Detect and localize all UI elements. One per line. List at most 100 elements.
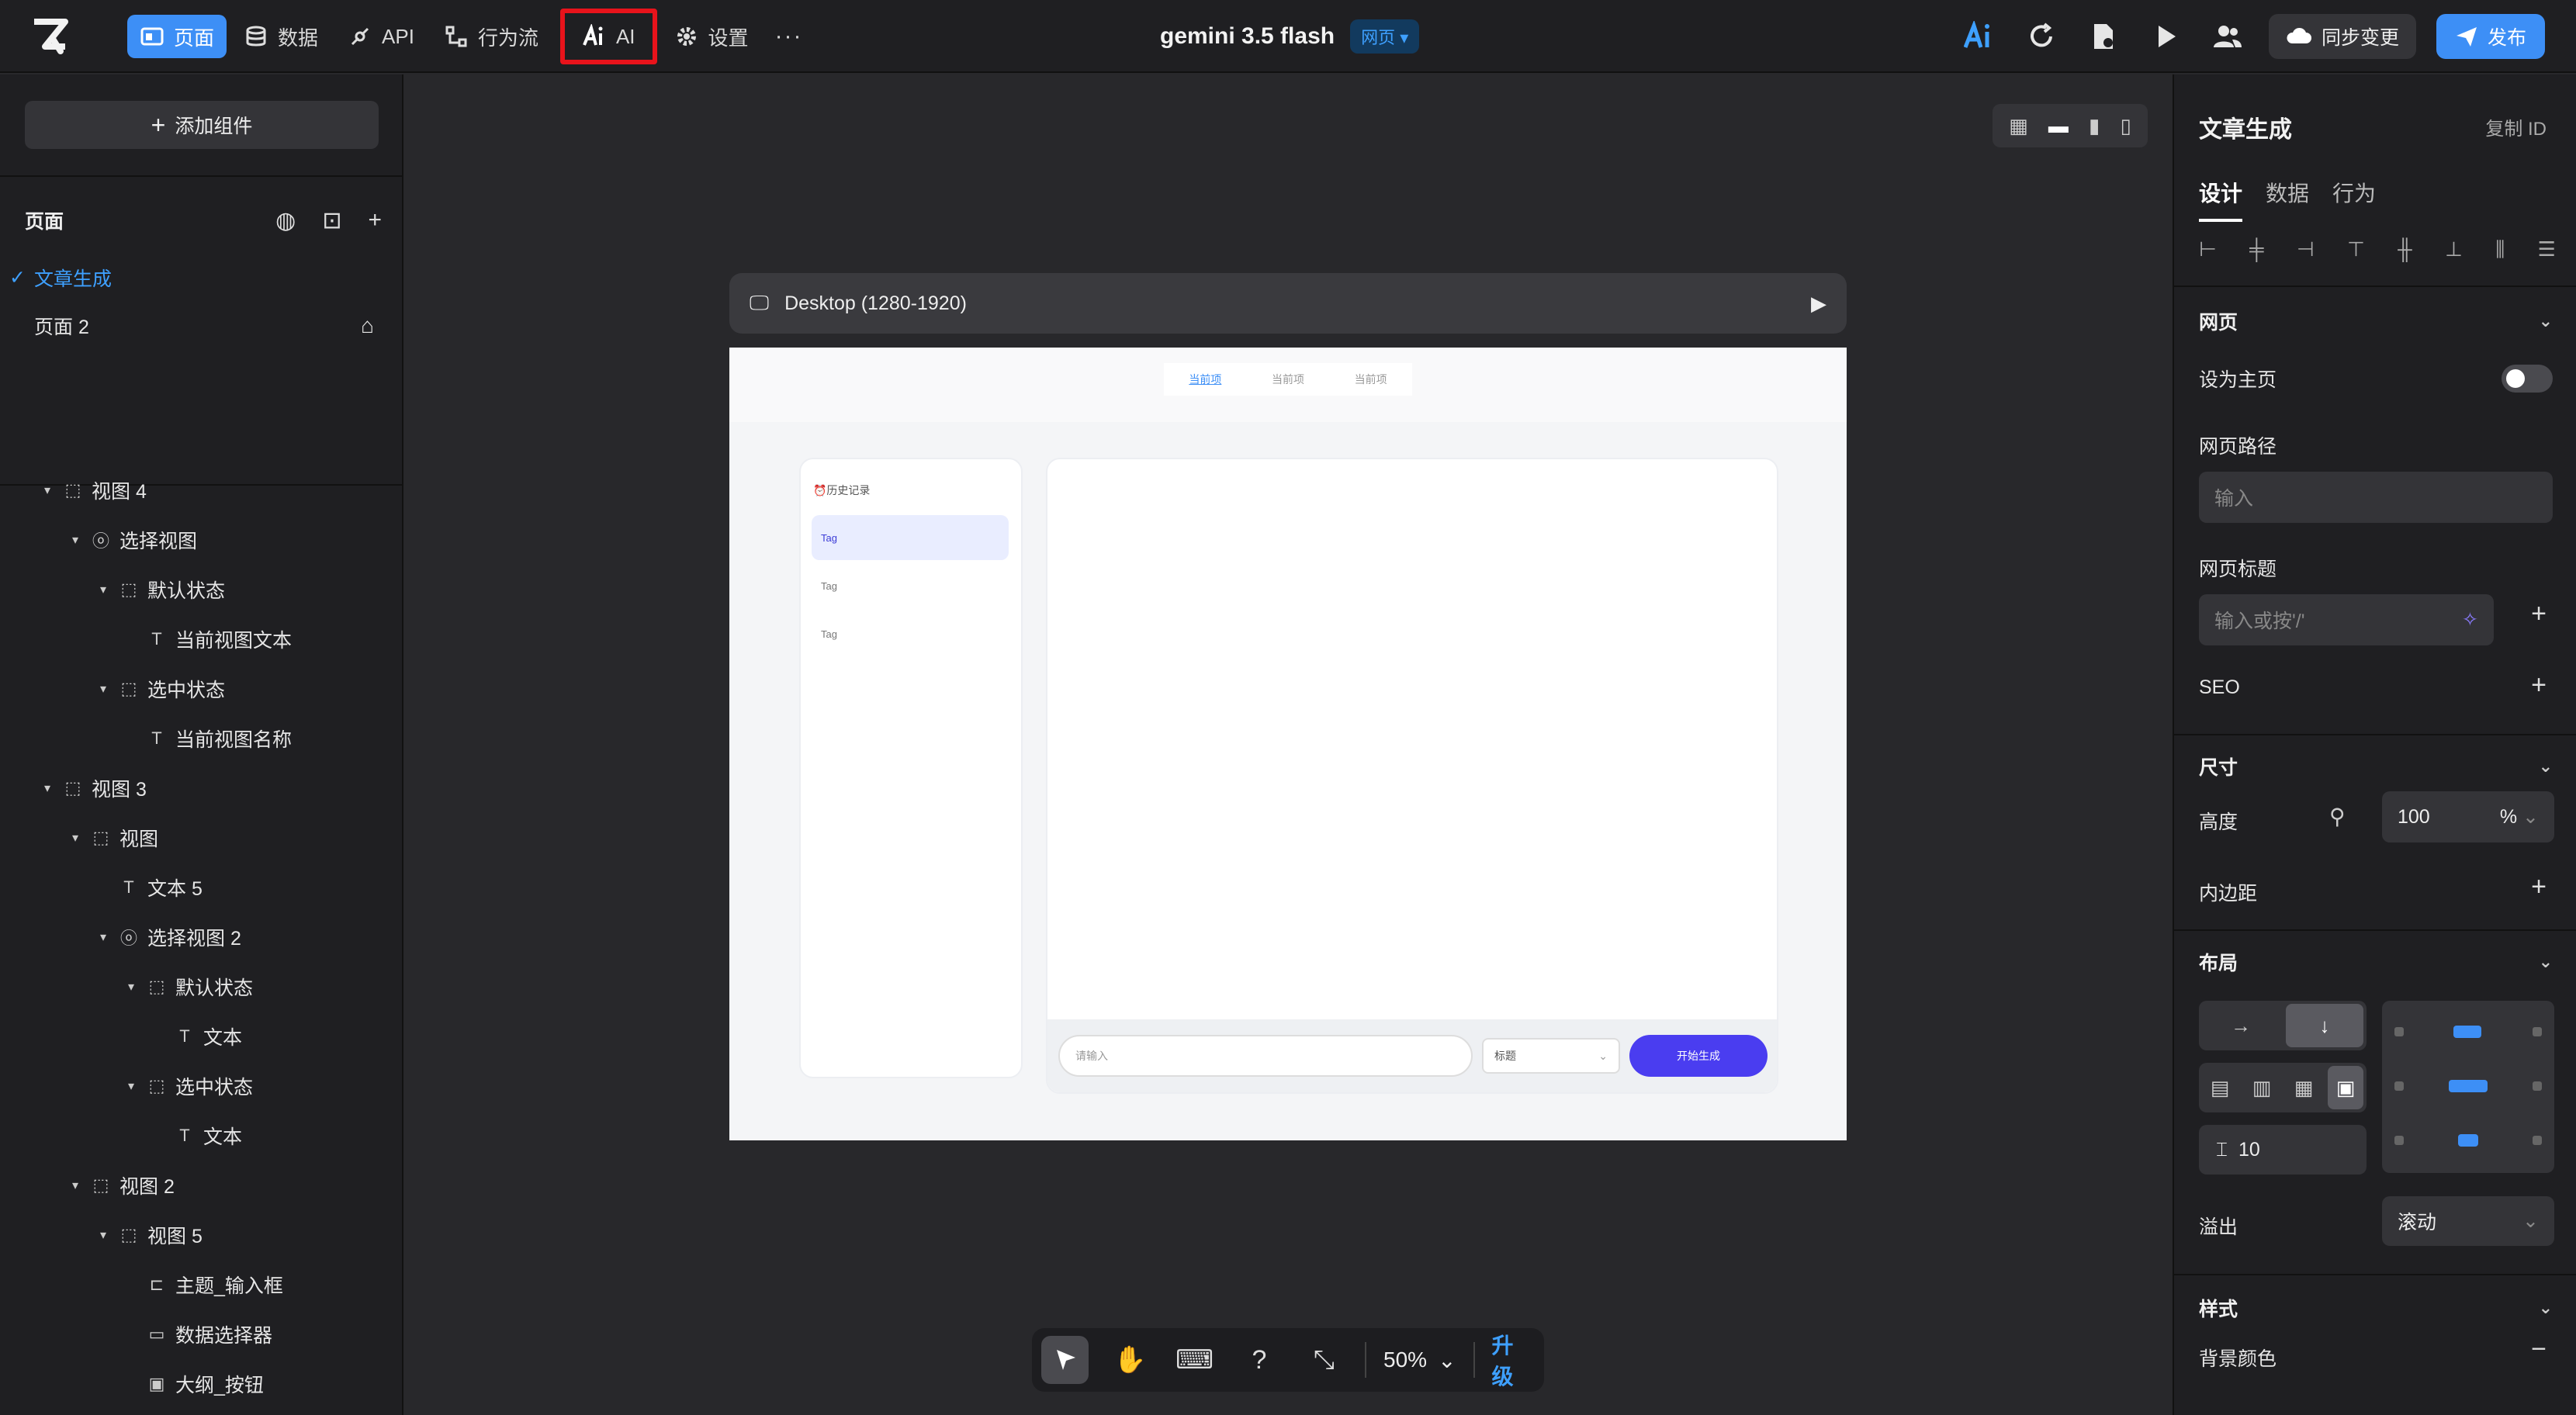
align-stretch-icon[interactable]: ▣ xyxy=(2328,1066,2363,1109)
height-mode-icon[interactable]: ⚲ xyxy=(2329,804,2346,829)
layer-row[interactable]: T 当前视图名称 xyxy=(124,715,292,762)
page-type-badge[interactable]: 网页 ▾ xyxy=(1350,19,1420,54)
ai-assistant-icon[interactable] xyxy=(1958,16,2000,57)
gap-input[interactable]: ⌶ 10 xyxy=(2199,1125,2367,1175)
nav-data[interactable]: 数据 xyxy=(231,15,331,58)
ai-sparkle-icon[interactable]: ✧ xyxy=(2462,608,2478,631)
topic-input[interactable]: 请输入 xyxy=(1058,1035,1473,1077)
pointer-icon[interactable] xyxy=(1041,1336,1089,1384)
layer-row[interactable]: T 文本 xyxy=(152,1112,242,1159)
fit-screen-icon[interactable]: ⤡ xyxy=(1300,1336,1348,1384)
align-top-icon[interactable]: ⊤ xyxy=(2347,237,2365,262)
nav-settings[interactable]: 设置 xyxy=(662,15,761,58)
file-settings-icon[interactable] xyxy=(2083,16,2124,57)
caret-down-icon[interactable]: ▾ xyxy=(68,532,82,548)
page-path-input[interactable]: 输入 xyxy=(2199,472,2553,523)
layer-row[interactable]: ▾ ⓞ 选择视图 2 xyxy=(96,914,241,960)
align-start-icon[interactable]: ▤ xyxy=(2202,1066,2238,1109)
layer-row[interactable]: ▾ ⬚ 视图 3 xyxy=(40,765,147,811)
grid-bar[interactable] xyxy=(2453,1026,2481,1038)
grid-bar[interactable] xyxy=(2449,1080,2488,1092)
caret-down-icon[interactable]: ▾ xyxy=(124,979,138,995)
nav-ai[interactable]: AI xyxy=(559,9,657,64)
page-title-input[interactable]: 输入或按'/' ✧ xyxy=(2199,594,2494,645)
home-icon[interactable]: ⌂ xyxy=(361,313,374,338)
play-icon[interactable] xyxy=(2145,16,2186,57)
caret-down-icon[interactable]: ▾ xyxy=(96,582,110,597)
layer-row[interactable]: ▾ ⬚ 默认状态 xyxy=(96,566,225,613)
generate-button[interactable]: 开始生成 xyxy=(1629,1035,1768,1077)
height-input[interactable]: 100 % ⌄ xyxy=(2382,791,2554,842)
copy-id-button[interactable]: 复制 ID xyxy=(2485,113,2547,140)
caret-down-icon[interactable]: ▾ xyxy=(68,1178,82,1193)
grid-dot[interactable] xyxy=(2533,1027,2542,1036)
grid-dot[interactable] xyxy=(2394,1027,2404,1036)
tab-data[interactable]: 数据 xyxy=(2266,177,2309,222)
keyboard-icon[interactable]: ⌨ xyxy=(1171,1336,1218,1384)
grid-dot[interactable] xyxy=(2533,1136,2542,1145)
add-folder-icon[interactable]: ⊡ xyxy=(322,207,341,234)
section-web-header[interactable]: 网页 ⌄ xyxy=(2199,307,2553,335)
tab-behavior[interactable]: 行为 xyxy=(2332,177,2376,222)
tablet-icon[interactable]: ▮ xyxy=(2089,114,2100,138)
distribute-h-icon[interactable]: ⫼ xyxy=(2495,237,2505,262)
grid-dot[interactable] xyxy=(2394,1136,2404,1145)
layer-row[interactable]: ▣ 大纲_按钮 xyxy=(124,1361,264,1407)
align-middle-v-icon[interactable]: ╫ xyxy=(2398,237,2412,262)
type-select[interactable]: 标题 ⌄ xyxy=(1482,1038,1620,1074)
nav-api[interactable]: API xyxy=(335,15,427,58)
zoom-control[interactable]: 50% ⌄ xyxy=(1383,1348,1456,1373)
section-layout-header[interactable]: 布局 ⌄ xyxy=(2199,948,2553,976)
refresh-icon[interactable] xyxy=(2020,16,2062,57)
history-tag[interactable]: Tag xyxy=(812,515,1009,560)
grid-dot[interactable] xyxy=(2533,1081,2542,1091)
set-home-toggle[interactable] xyxy=(2502,365,2553,393)
add-page-icon[interactable]: + xyxy=(368,207,382,234)
users-icon[interactable] xyxy=(2207,16,2249,57)
add-title-icon[interactable]: + xyxy=(2531,599,2547,629)
caret-down-icon[interactable]: ▾ xyxy=(40,780,54,796)
layer-row[interactable]: ▭ 数据选择器 xyxy=(124,1311,272,1358)
preview-tab[interactable]: 当前项 xyxy=(1189,372,1221,387)
upgrade-link[interactable]: 升级 xyxy=(1492,1329,1535,1391)
remove-bg-icon[interactable]: − xyxy=(2531,1334,2547,1365)
add-padding-icon[interactable]: + xyxy=(2531,872,2547,902)
align-bottom-icon[interactable]: ⊥ xyxy=(2445,237,2463,262)
layer-row[interactable]: T 当前视图文本 xyxy=(124,616,292,663)
page-item-article[interactable]: ✓ 文章生成 xyxy=(9,264,390,292)
section-style-header[interactable]: 样式 ⌄ xyxy=(2199,1294,2553,1322)
layer-row[interactable]: ▾ ⬚ 视图 5 xyxy=(96,1212,203,1258)
layer-row[interactable]: ▾ ⬚ 视图 xyxy=(68,815,158,861)
caret-down-icon[interactable]: ▾ xyxy=(96,1227,110,1243)
layer-row[interactable]: ▾ ⬚ 视图 4 xyxy=(40,467,147,514)
page-layers-icon[interactable]: ◍ xyxy=(275,207,296,234)
nav-page[interactable]: 页面 xyxy=(127,15,227,58)
history-tag[interactable]: Tag xyxy=(812,563,1009,608)
layer-row[interactable]: ▾ ⬚ 选中状态 xyxy=(124,1063,253,1109)
tab-design[interactable]: 设计 xyxy=(2199,177,2243,222)
caret-down-icon[interactable]: ▾ xyxy=(96,681,110,697)
arrow-right-icon[interactable]: → xyxy=(2202,1004,2280,1047)
alignment-grid[interactable] xyxy=(2382,1001,2554,1173)
page-item-page2[interactable]: 页面 2 ⌂ xyxy=(9,312,390,340)
mobile-icon[interactable]: ▯ xyxy=(2121,114,2131,138)
layer-row[interactable]: ▾ ⬚ 视图 2 xyxy=(68,1162,175,1209)
overflow-select[interactable]: 滚动 ⌄ xyxy=(2382,1196,2554,1246)
layer-row[interactable]: ▾ ⓞ 选择视图 xyxy=(68,517,197,563)
grid-dot[interactable] xyxy=(2394,1081,2404,1091)
publish-button[interactable]: 发布 xyxy=(2436,14,2545,59)
app-logo-icon[interactable] xyxy=(29,16,71,57)
section-size-header[interactable]: 尺寸 ⌄ xyxy=(2199,752,2553,780)
more-icon[interactable]: ··· xyxy=(766,23,812,50)
align-right-icon[interactable]: ⊣ xyxy=(2297,237,2315,262)
nav-flow[interactable]: 行为流 xyxy=(431,15,551,58)
caret-down-icon[interactable]: ▾ xyxy=(96,929,110,945)
page-preview[interactable]: 当前项 当前项 当前项 ⏰历史记录 Tag Tag Tag 请输入 标题 ⌄ 开… xyxy=(729,348,1847,1140)
distribute-v-icon[interactable]: ☰ xyxy=(2538,237,2556,262)
help-icon[interactable]: ? xyxy=(1235,1336,1283,1384)
preview-play-icon[interactable]: ▶ xyxy=(1811,292,1826,316)
arrow-down-icon[interactable]: ↓ xyxy=(2286,1004,2363,1047)
grid-view-icon[interactable]: ▦ xyxy=(2009,114,2028,138)
caret-down-icon[interactable]: ▾ xyxy=(40,483,54,498)
align-end-icon[interactable]: ▦ xyxy=(2286,1066,2322,1109)
